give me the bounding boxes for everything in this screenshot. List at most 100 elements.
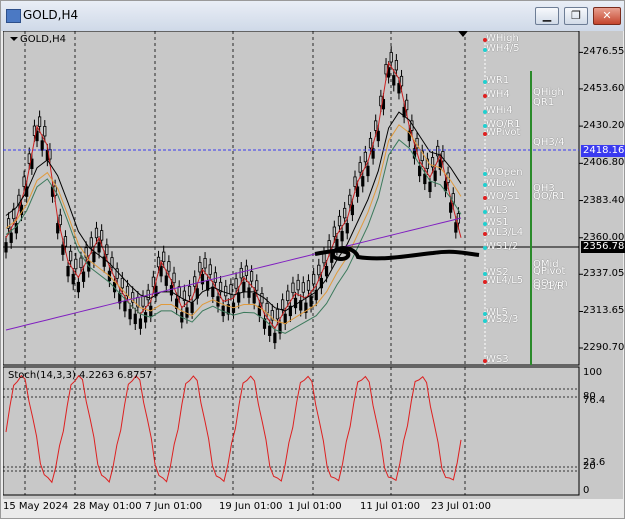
candle-body	[123, 300, 127, 312]
stoch-tick-label: 76.4	[583, 394, 606, 406]
candle-body	[79, 257, 83, 268]
candle-body	[343, 207, 347, 219]
restore-button[interactable]: ❐	[564, 7, 588, 25]
window-title: GOLD,H4	[23, 8, 79, 22]
candle-body	[203, 258, 207, 269]
candle-body	[144, 312, 148, 323]
candle-body	[428, 181, 432, 193]
candle-body	[368, 137, 373, 149]
weekly-pivot-label: WS2/3	[486, 314, 519, 325]
candle-body	[81, 271, 86, 282]
candle-body	[454, 222, 458, 233]
candle-body	[69, 250, 73, 262]
candle-body	[190, 302, 194, 313]
candle-body	[193, 276, 197, 287]
candle-body	[449, 202, 453, 213]
candle-body	[89, 237, 93, 248]
weekly-pivot-label: WHi4	[486, 105, 513, 116]
time-tick-label: 23 Jul 01:00	[431, 501, 491, 512]
candle-body	[273, 332, 277, 344]
candle-body	[172, 272, 176, 284]
time-tick-label: 1 Jul 01:00	[288, 501, 342, 512]
candle-body	[167, 261, 171, 272]
candle-body	[22, 176, 26, 187]
current-price-label: 2356.78	[581, 241, 625, 253]
candle-body	[265, 302, 269, 314]
candle-body	[133, 313, 137, 325]
candle-body	[312, 273, 316, 285]
candle-body	[281, 299, 285, 310]
candle-body	[247, 287, 251, 298]
time-tick-label: 7 Jun 01:00	[145, 501, 203, 512]
chart-canvas[interactable]	[3, 31, 623, 499]
stoch-tick-label: 100	[583, 367, 603, 378]
candle-body	[392, 75, 396, 86]
candle-body	[255, 280, 259, 291]
candle-body	[159, 265, 163, 277]
candle-body	[169, 285, 174, 296]
chart-window: GOLD,H4 ▁ ❐ ✕ GOLD,H4 Stoch(14,3,3) 4.22…	[0, 0, 625, 519]
weekly-pivot-label: WR1	[486, 75, 510, 86]
candle-body	[242, 281, 246, 293]
candle-body	[224, 285, 228, 297]
candle-body	[306, 280, 311, 291]
candle-body	[92, 251, 96, 263]
candle-body	[128, 308, 132, 320]
title-bar: GOLD,H4 ▁ ❐ ✕	[1, 1, 624, 31]
price-tick-label: 2290.70	[583, 341, 625, 353]
quarterly-pivot-label: QPivot	[533, 266, 566, 277]
candle-body	[74, 258, 78, 270]
candle-body	[66, 265, 70, 277]
candle-body	[348, 194, 352, 206]
candle-body	[345, 223, 349, 234]
weekly-pivot-label: WL3	[486, 205, 508, 216]
time-tick-label: 15 May 2024	[3, 501, 69, 512]
candle-body	[105, 244, 109, 255]
candle-body	[358, 162, 362, 173]
candle-body	[63, 236, 68, 247]
time-tick-label: 19 Jun 01:00	[219, 501, 283, 512]
price-tick-label: 2313.65	[583, 305, 625, 317]
candle-body	[275, 308, 280, 320]
candle-body	[198, 262, 202, 273]
close-button[interactable]: ✕	[593, 7, 621, 25]
stoch-tick-label: 20	[583, 461, 596, 473]
marker-price-label: 2418.16	[581, 145, 625, 157]
candle-body	[361, 176, 365, 187]
candle-body	[151, 276, 155, 288]
candle-body	[317, 264, 321, 276]
candle-body	[208, 264, 212, 275]
candle-body	[353, 176, 357, 187]
candle-body	[229, 284, 233, 295]
candle-body	[423, 173, 427, 185]
candle-body	[374, 120, 378, 131]
weekly-pivot-label: WH4	[486, 89, 510, 100]
weekly-pivot-label: WO/S1	[486, 191, 520, 202]
candle-body	[301, 282, 305, 293]
minimize-button[interactable]: ▁	[535, 7, 559, 25]
candle-body	[394, 60, 398, 71]
candle-body	[213, 272, 218, 283]
candle-body	[433, 170, 437, 181]
candle-body	[43, 126, 47, 137]
candle-body	[38, 116, 42, 127]
candle-body	[252, 293, 256, 304]
stoch-tick-label: 0	[583, 485, 590, 496]
candle-body	[291, 282, 295, 294]
chart-area[interactable]: GOLD,H4 Stoch(14,3,3) 4.2263 6.8757 2476…	[3, 31, 625, 499]
weekly-pivot-label: WL3/L4	[486, 227, 524, 238]
candle-body	[296, 279, 300, 291]
price-tick-label: 2430.20	[583, 120, 625, 132]
candle-body	[418, 165, 422, 177]
candle-body	[332, 226, 336, 237]
weekly-pivot-label: WS3	[486, 354, 509, 365]
price-tick-label: 2406.80	[583, 157, 625, 169]
quarterly-pivot-label: QR1	[533, 97, 555, 108]
chart-window-icon	[6, 9, 21, 23]
candle-body	[141, 296, 145, 307]
weekly-pivot-label: WL4/L5	[486, 275, 524, 286]
candle-body	[40, 140, 44, 151]
candle-body	[200, 273, 205, 285]
candle-body	[355, 186, 360, 197]
price-tick-label: 2337.05	[583, 268, 625, 280]
